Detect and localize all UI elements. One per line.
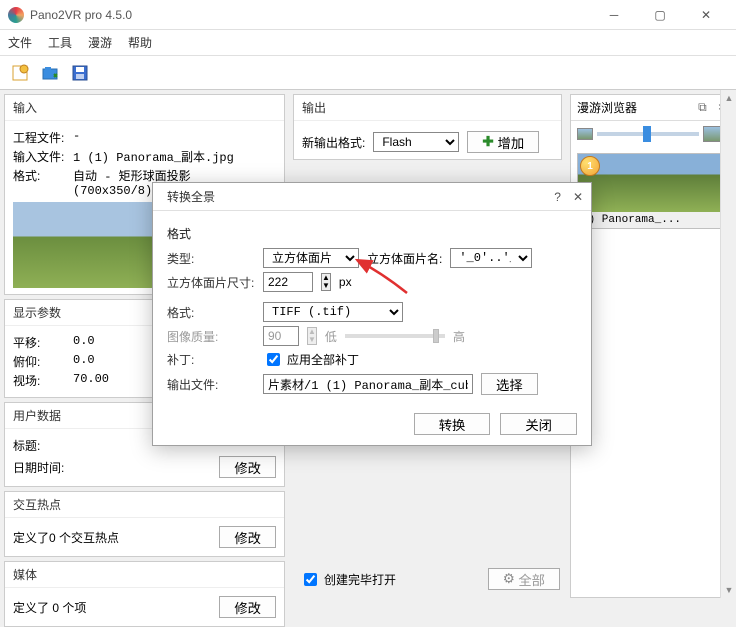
userdata-modify-button[interactable]: 修改 xyxy=(219,456,276,478)
open-project-icon[interactable] xyxy=(38,61,62,85)
vertical-scrollbar[interactable]: ▲ ▼ xyxy=(720,90,736,598)
dialog-help-icon[interactable]: ? xyxy=(554,190,561,204)
output-format-select[interactable]: Flash xyxy=(373,132,459,152)
quality-low: 低 xyxy=(325,328,337,345)
face-name-label: 立方体面片名: xyxy=(367,250,442,267)
format-group-label: 格式 xyxy=(167,225,577,242)
hotspot-text: 定义了0 个交互热点 xyxy=(13,529,119,546)
window-titlebar: Pano2VR pro 4.5.0 ─ ▢ ✕ xyxy=(0,0,736,30)
project-file-value: - xyxy=(73,129,276,146)
menubar: 文件 工具 漫游 帮助 xyxy=(0,30,736,56)
px-label: px xyxy=(339,275,352,289)
panorama-thumb-caption: 1) Panorama_... xyxy=(578,212,724,228)
type-label: 类型: xyxy=(167,250,255,267)
menu-help[interactable]: 帮助 xyxy=(128,34,152,51)
format-label: 格式: xyxy=(13,167,73,198)
media-text: 定义了 0 个项 xyxy=(13,599,86,616)
dialog-close-icon[interactable]: ✕ xyxy=(573,190,583,204)
panorama-thumbnail[interactable]: 1 1) Panorama_... xyxy=(577,153,725,229)
dialog-title: 转换全景 xyxy=(167,188,554,205)
hotspot-modify-button[interactable]: 修改 xyxy=(219,526,276,548)
spin-down-icon[interactable]: ▼ xyxy=(322,282,330,290)
save-icon[interactable] xyxy=(68,61,92,85)
minimize-button[interactable]: ─ xyxy=(592,1,636,29)
all-button-label: 全部 xyxy=(518,570,545,589)
input-panel-header: 输入 xyxy=(5,95,284,121)
patch-check-row[interactable]: 应用全部补丁 xyxy=(263,350,359,369)
add-output-button[interactable]: ✚ 增加 xyxy=(467,131,539,153)
undock-icon[interactable]: ⧉ xyxy=(698,100,707,114)
quality-label: 图像质量: xyxy=(167,328,255,345)
output-panel-header: 输出 xyxy=(294,95,561,121)
new-project-icon[interactable] xyxy=(8,61,32,85)
image-format-select[interactable]: TIFF (.tif) xyxy=(263,302,403,322)
app-icon xyxy=(8,7,24,23)
q-spin-down-icon: ▼ xyxy=(308,336,316,344)
hotspot-panel-header: 交互热点 xyxy=(5,492,284,518)
media-modify-button[interactable]: 修改 xyxy=(219,596,276,618)
input-file-value: 1 (1) Panorama_副本.jpg xyxy=(73,148,276,165)
title-label: 标题: xyxy=(13,437,73,454)
quality-slider xyxy=(345,334,445,338)
convert-button[interactable]: 转换 xyxy=(414,413,491,435)
input-file-label: 输入文件: xyxy=(13,148,73,165)
pan-label: 平移: xyxy=(13,334,73,351)
new-output-format-label: 新输出格式: xyxy=(302,134,365,151)
finish-open-checkbox[interactable] xyxy=(304,573,317,586)
slider-thumb[interactable] xyxy=(643,126,651,142)
close-button[interactable]: ✕ xyxy=(684,1,728,29)
media-panel: 媒体 定义了 0 个项 修改 xyxy=(4,561,285,627)
finish-open-label: 创建完毕打开 xyxy=(324,571,396,588)
window-title: Pano2VR pro 4.5.0 xyxy=(30,8,592,22)
gear-icon: ⚙ xyxy=(503,571,515,587)
add-button-label: 增加 xyxy=(498,133,525,152)
hotspot-panel: 交互热点 定义了0 个交互热点 修改 xyxy=(4,491,285,557)
face-size-label: 立方体面片尺寸: xyxy=(167,274,255,291)
convert-panorama-dialog: 转换全景 ? ✕ 格式 类型: 立方体面片 立方体面片名: '_0'..'_5'… xyxy=(152,182,592,446)
patch-check-label: 应用全部补丁 xyxy=(287,351,359,368)
medal-icon: 1 xyxy=(580,156,600,176)
size-small-icon[interactable] xyxy=(577,128,593,140)
media-panel-header: 媒体 xyxy=(5,562,284,588)
fov-label: 视场: xyxy=(13,372,73,389)
menu-file[interactable]: 文件 xyxy=(8,34,32,51)
output-file-input[interactable] xyxy=(263,374,473,394)
plus-icon: ✚ xyxy=(482,134,493,150)
tour-browser-panel: 漫游浏览器 ⧉ × 1 1) Panorama_... xyxy=(570,94,732,598)
type-select[interactable]: 立方体面片 xyxy=(263,248,359,268)
patch-label: 补丁: xyxy=(167,351,255,368)
toolbar xyxy=(0,56,736,90)
patch-checkbox[interactable] xyxy=(267,353,280,366)
output-file-label: 输出文件: xyxy=(167,376,255,393)
image-format-label: 格式: xyxy=(167,304,255,321)
tilt-label: 俯仰: xyxy=(13,353,73,370)
scroll-up-icon[interactable]: ▲ xyxy=(721,90,736,106)
maximize-button[interactable]: ▢ xyxy=(638,1,682,29)
menu-tour[interactable]: 漫游 xyxy=(88,34,112,51)
quality-high: 高 xyxy=(453,328,465,345)
datetime-label: 日期时间: xyxy=(13,459,73,476)
select-file-button[interactable]: 选择 xyxy=(481,373,538,395)
thumbnail-size-slider[interactable] xyxy=(597,132,699,136)
face-name-select[interactable]: '_0'..'_5' xyxy=(450,248,532,268)
menu-tools[interactable]: 工具 xyxy=(48,34,72,51)
all-button[interactable]: ⚙ 全部 xyxy=(488,568,560,590)
face-size-input[interactable] xyxy=(263,272,313,292)
finish-open-row[interactable]: 创建完毕打开 xyxy=(300,570,396,589)
tour-browser-header: 漫游浏览器 xyxy=(577,99,637,116)
output-panel: 输出 新输出格式: Flash ✚ 增加 xyxy=(293,94,562,160)
project-file-label: 工程文件: xyxy=(13,129,73,146)
quality-input xyxy=(263,326,299,346)
scroll-down-icon[interactable]: ▼ xyxy=(721,582,736,598)
close-modal-button[interactable]: 关闭 xyxy=(500,413,577,435)
